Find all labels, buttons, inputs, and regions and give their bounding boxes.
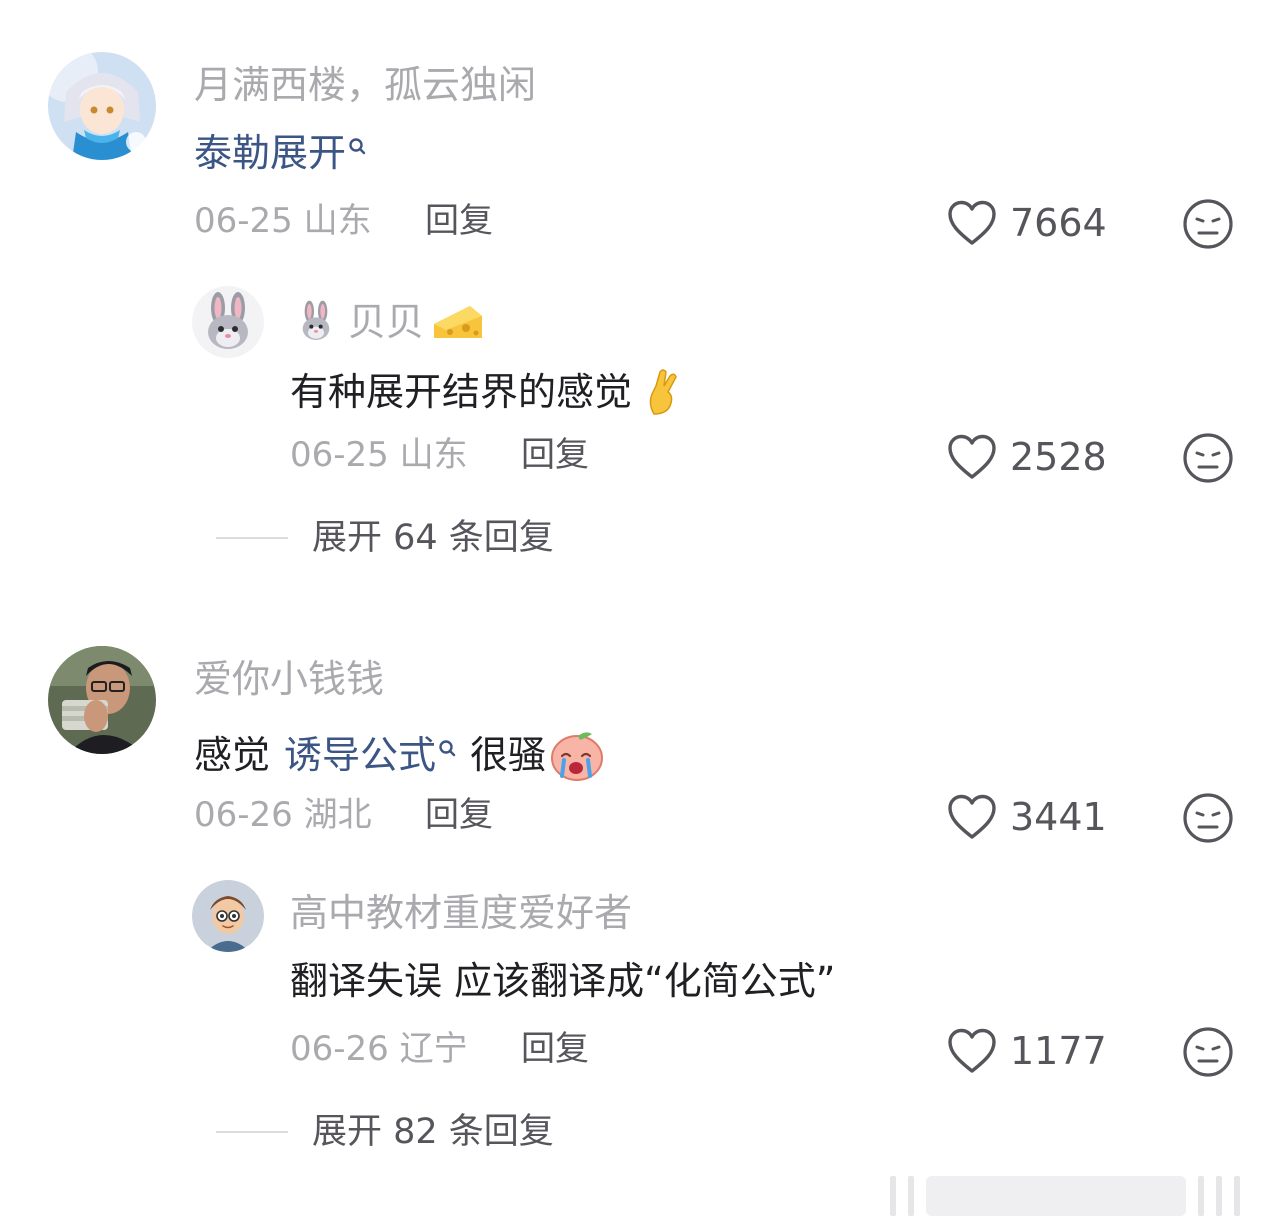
reply-button[interactable]: 回复 — [425, 798, 493, 832]
reply-text: 有种展开结界的感觉 — [290, 368, 686, 416]
comment-username[interactable]: 爱你小钱钱 — [194, 660, 384, 698]
divider-line — [216, 537, 288, 539]
dislike-button[interactable] — [1182, 432, 1234, 484]
neutral-face-icon — [1183, 1027, 1233, 1077]
crossed-fingers-icon — [649, 369, 677, 415]
crying-peach-sticker-icon — [551, 732, 604, 781]
avatar[interactable] — [192, 880, 264, 952]
heart-outline-icon — [948, 434, 996, 479]
heart-outline-icon — [948, 200, 996, 245]
expand-replies-label: 展开 82 条回复 — [312, 1111, 554, 1152]
dislike-button[interactable] — [1182, 198, 1234, 250]
reply-username-wrap: 贝贝 — [292, 298, 486, 346]
heart-outline-icon — [948, 1028, 996, 1073]
neutral-face-icon — [1183, 793, 1233, 843]
search-icon — [438, 728, 456, 757]
comment-date: 06-25 — [194, 201, 293, 241]
reply-username[interactable]: 高中教材重度爱好者 — [290, 894, 632, 932]
neutral-face-icon — [1183, 433, 1233, 483]
comment-location: 湖北 — [303, 795, 372, 835]
dislike-button[interactable] — [1182, 792, 1234, 844]
heart-outline-icon — [948, 794, 996, 839]
reply-meta: 06-25 山东 — [290, 438, 468, 472]
rabbit-face-icon — [302, 300, 330, 340]
like-button[interactable]: 7664 — [946, 198, 1107, 248]
reply-location: 辽宁 — [399, 1029, 468, 1069]
cheese-icon — [434, 306, 483, 338]
reply-date: 06-25 — [290, 435, 389, 475]
comment-location: 山东 — [303, 201, 372, 241]
comment-username[interactable]: 月满西楼，孤云独闲 — [194, 66, 536, 104]
reply-username[interactable]: 贝贝 — [348, 303, 424, 341]
reply-button[interactable]: 回复 — [521, 438, 589, 472]
reply-meta: 06-26 辽宁 — [290, 1032, 468, 1066]
reply-button[interactable]: 回复 — [521, 1032, 589, 1066]
comment-text: 感觉 诱导公式 很骚 — [194, 728, 606, 782]
comment-meta: 06-26 湖北 — [194, 798, 372, 832]
search-icon — [348, 126, 366, 155]
comment-text-after: 很骚 — [470, 733, 547, 777]
comment-date: 06-26 — [194, 795, 293, 835]
like-count: 1177 — [1010, 1029, 1107, 1073]
like-count: 3441 — [1010, 795, 1107, 839]
dislike-button[interactable] — [1182, 1026, 1234, 1078]
reply-date: 06-26 — [290, 1029, 389, 1069]
neutral-face-icon — [1183, 199, 1233, 249]
comment-meta: 06-25 山东 — [194, 204, 372, 238]
avatar[interactable] — [48, 52, 156, 160]
like-button[interactable]: 1177 — [946, 1026, 1107, 1076]
expand-replies-label: 展开 64 条回复 — [312, 517, 554, 558]
comment-text: 泰勒展开 — [194, 134, 366, 172]
reply-location: 山东 — [399, 435, 468, 475]
like-count: 7664 — [1010, 201, 1107, 245]
comment-text-before: 感觉 — [194, 733, 271, 777]
reply-text-body: 有种展开结界的感觉 — [290, 370, 633, 414]
expand-replies-button[interactable]: 展开 64 条回复 — [216, 518, 554, 558]
watermark-stripes — [890, 1176, 1240, 1216]
avatar[interactable] — [48, 646, 156, 754]
search-link[interactable]: 泰勒展开 — [194, 134, 346, 172]
reply-button[interactable]: 回复 — [425, 204, 493, 238]
search-link[interactable]: 诱导公式 — [284, 736, 436, 774]
reply-text: 翻译失误 应该翻译成“化简公式” — [290, 959, 836, 1003]
like-button[interactable]: 3441 — [946, 792, 1107, 842]
divider-line — [216, 1131, 288, 1133]
like-button[interactable]: 2528 — [946, 432, 1107, 482]
like-count: 2528 — [1010, 435, 1107, 479]
avatar[interactable] — [192, 286, 264, 358]
expand-replies-button[interactable]: 展开 82 条回复 — [216, 1112, 554, 1152]
